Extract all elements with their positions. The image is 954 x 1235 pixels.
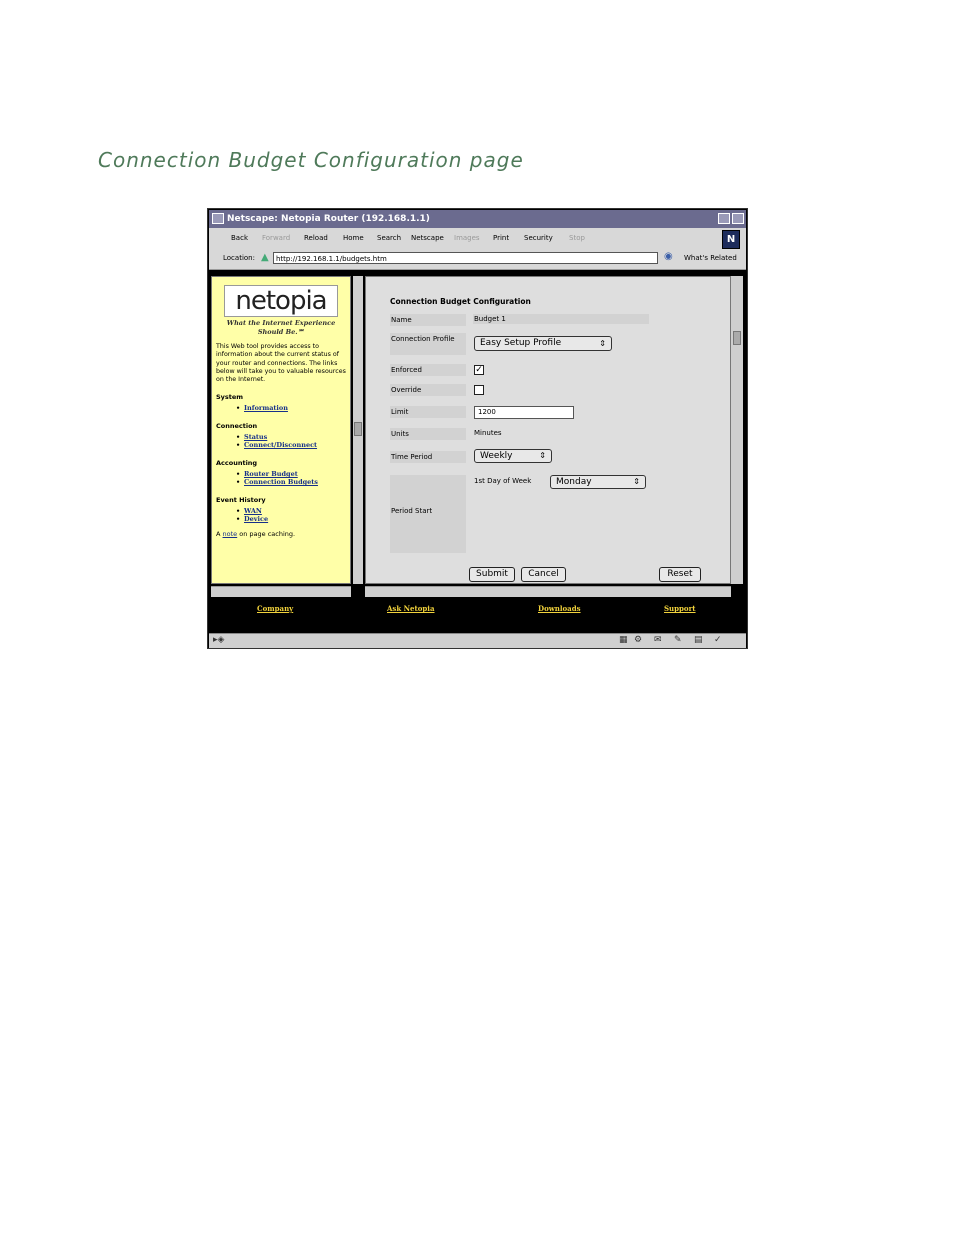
- note-suffix: on page caching.: [239, 529, 296, 538]
- bookmark-icon[interactable]: ▲: [261, 252, 269, 263]
- document-title: Connection Budget Configuration page: [98, 148, 524, 172]
- information-link[interactable]: Information: [236, 404, 346, 413]
- stop-button[interactable]: Stop: [569, 234, 585, 242]
- netscape-logo-icon: N: [722, 230, 740, 249]
- whats-related-button[interactable]: What's Related: [684, 254, 737, 262]
- url-field[interactable]: http://192.168.1.1/budgets.htm: [273, 252, 658, 264]
- location-label: Location:: [223, 254, 255, 262]
- main-frame: Connection Budget Configuration Name Bud…: [365, 276, 731, 584]
- main-scroll-thumb[interactable]: [733, 331, 741, 345]
- accounting-heading: Accounting: [216, 458, 258, 467]
- security-button[interactable]: Security: [524, 234, 553, 242]
- reload-button[interactable]: Reload: [304, 234, 328, 242]
- window-title: Netscape: Netopia Router (192.168.1.1): [227, 214, 430, 224]
- navigator-icon[interactable]: ⚙: [634, 635, 642, 645]
- netscape-button[interactable]: Netscape: [411, 234, 444, 242]
- mail-icon[interactable]: ✉: [654, 635, 662, 645]
- wan-link[interactable]: WAN: [236, 507, 346, 516]
- status-link[interactable]: Status: [236, 433, 346, 442]
- support-link[interactable]: Support: [664, 604, 696, 613]
- main-hscrollbar[interactable]: [365, 586, 731, 597]
- connection-status-icon: ▸◈: [213, 635, 225, 645]
- status-bar: ▸◈ ▦ ⚙ ✉ ✎ ▤ ✓: [209, 633, 746, 648]
- sidebar-scroll-thumb[interactable]: [354, 422, 362, 436]
- bookmark-tool-icon[interactable]: ✓: [714, 635, 722, 645]
- period-start-label: Period Start: [390, 475, 466, 553]
- override-label: Override: [390, 384, 466, 396]
- limit-label: Limit: [390, 406, 466, 418]
- submit-button[interactable]: Submit: [469, 567, 515, 582]
- enforced-checkbox[interactable]: ✓: [474, 365, 484, 375]
- select-arrows-icon: ⇕: [539, 451, 546, 460]
- device-link[interactable]: Device: [236, 515, 346, 524]
- whats-related-icon: ◉: [664, 251, 673, 262]
- limit-input[interactable]: 1200: [474, 406, 574, 419]
- company-link[interactable]: Company: [257, 604, 293, 613]
- close-box-icon[interactable]: [212, 213, 224, 224]
- connect-disconnect-link[interactable]: Connect/Disconnect: [236, 441, 346, 450]
- news-icon[interactable]: ✎: [674, 635, 682, 645]
- netopia-logo: netopia: [224, 285, 338, 317]
- form-title: Connection Budget Configuration: [390, 297, 531, 306]
- forward-button[interactable]: Forward: [262, 234, 290, 242]
- sidebar-hscrollbar[interactable]: [211, 586, 351, 597]
- time-period-select[interactable]: Weekly ⇕: [474, 449, 552, 463]
- zoom-box-icon[interactable]: [718, 213, 730, 224]
- note-prefix: A: [216, 529, 221, 538]
- first-day-select[interactable]: Monday ⇕: [550, 475, 646, 489]
- caching-note: A note on page caching.: [216, 530, 346, 538]
- connection-heading: Connection: [216, 421, 258, 430]
- sidebar-scrollbar[interactable]: [353, 276, 363, 584]
- enforced-label: Enforced: [390, 364, 466, 376]
- first-day-value: Monday: [556, 477, 592, 487]
- name-value: Budget 1: [474, 315, 506, 323]
- connection-profile-value: Easy Setup Profile: [480, 338, 562, 348]
- search-button[interactable]: Search: [377, 234, 401, 242]
- cancel-button[interactable]: Cancel: [521, 567, 566, 582]
- connection-profile-select[interactable]: Easy Setup Profile ⇕: [474, 336, 612, 351]
- downloads-link[interactable]: Downloads: [538, 604, 581, 613]
- reset-button[interactable]: Reset: [659, 567, 701, 582]
- units-value: Minutes: [474, 429, 502, 437]
- name-label: Name: [390, 314, 466, 326]
- first-day-label: 1st Day of Week: [474, 477, 532, 485]
- ask-netopia-link[interactable]: Ask Netopia: [387, 604, 435, 613]
- collapse-box-icon[interactable]: [732, 213, 744, 224]
- connection-profile-label: Connection Profile: [390, 333, 466, 355]
- tagline: What the Internet Experience Should Be.℠: [226, 319, 336, 336]
- note-link[interactable]: note: [223, 530, 238, 538]
- browser-window: Netscape: Netopia Router (192.168.1.1) B…: [207, 208, 748, 649]
- router-budget-link[interactable]: Router Budget: [236, 470, 346, 479]
- back-button[interactable]: Back: [231, 234, 248, 242]
- print-button[interactable]: Print: [493, 234, 509, 242]
- time-period-value: Weekly: [480, 451, 513, 461]
- images-button[interactable]: Images: [454, 234, 480, 242]
- connection-budgets-link[interactable]: Connection Budgets: [236, 478, 346, 487]
- intro-text: This Web tool provides access to informa…: [216, 343, 346, 384]
- location-bar: Location: ▲ http://192.168.1.1/budgets.h…: [209, 249, 746, 270]
- select-arrows-icon: ⇕: [599, 339, 606, 348]
- footer-frame: Company Ask Netopia Downloads Support: [209, 599, 746, 633]
- security-lock-icon[interactable]: ▦: [619, 635, 628, 645]
- override-checkbox[interactable]: [474, 385, 484, 395]
- composer-icon[interactable]: ▤: [694, 635, 703, 645]
- event-history-heading: Event History: [216, 495, 266, 504]
- system-heading: System: [216, 393, 244, 402]
- main-scrollbar[interactable]: [731, 276, 743, 584]
- sidebar-frame: netopia What the Internet Experience Sho…: [211, 276, 351, 584]
- time-period-label: Time Period: [390, 451, 466, 463]
- units-label: Units: [390, 428, 466, 440]
- home-button[interactable]: Home: [343, 234, 364, 242]
- window-titlebar: Netscape: Netopia Router (192.168.1.1): [209, 210, 746, 228]
- select-arrows-icon: ⇕: [633, 477, 640, 486]
